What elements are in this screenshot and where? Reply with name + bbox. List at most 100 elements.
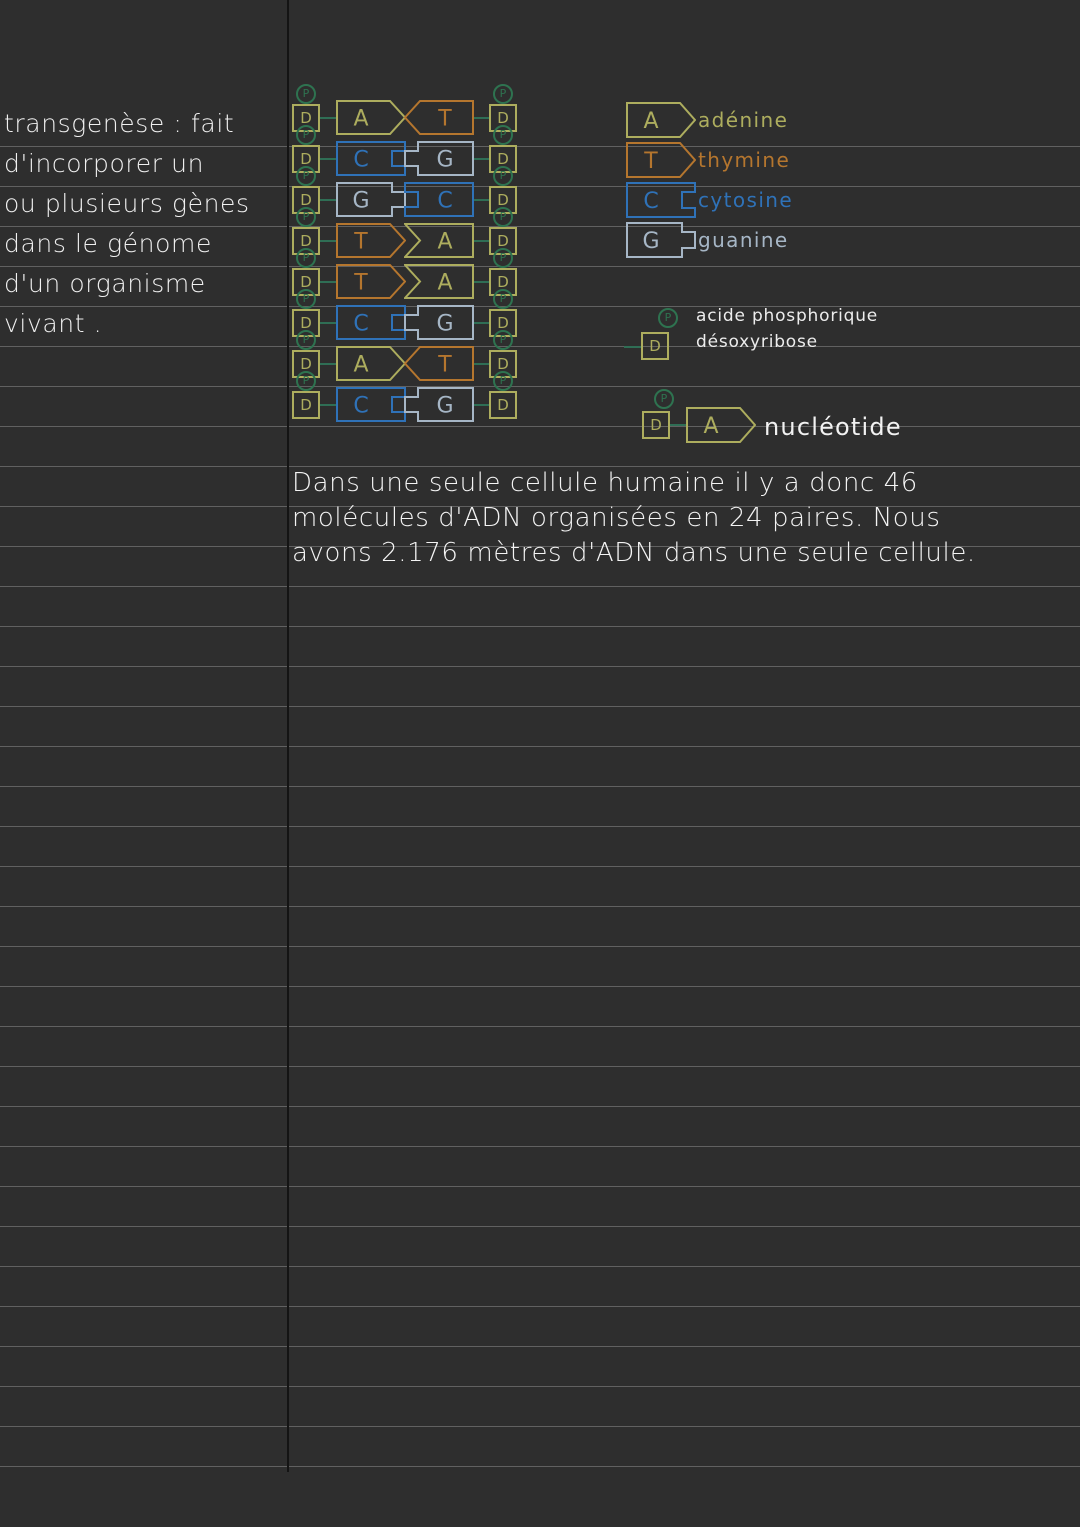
phosphate-circle-icon: P xyxy=(493,125,513,145)
base-shape-t-icon: T xyxy=(336,223,406,258)
phosphate-circle-icon: P xyxy=(296,207,316,227)
legend-label-thymine: thymine xyxy=(698,148,791,172)
svg-text:A: A xyxy=(437,230,452,255)
sugar-base-link-line xyxy=(320,240,336,242)
phosphate-circle-icon: P xyxy=(654,389,674,409)
legend-label-phosphate: acide phosphorique xyxy=(696,306,879,326)
svg-text:C: C xyxy=(353,394,368,419)
base-shape-a-icon: A xyxy=(404,223,474,258)
dna-base-pair-row: PPDDCG xyxy=(292,371,522,426)
nucleotide-parts-legend: P acide phosphorique D désoxyribose xyxy=(624,306,1038,360)
base-shape-c-icon: C xyxy=(404,182,474,217)
base-shape-a-icon: A xyxy=(626,102,697,140)
sugar-base-link-line xyxy=(320,322,336,324)
base-pair-shapes: CG xyxy=(336,387,476,424)
dna-base-pair-row: PPDDCG xyxy=(292,289,522,344)
svg-text:A: A xyxy=(703,414,718,439)
legend-label-guanine: guanine xyxy=(698,228,789,252)
notebook-page: transgenèse : fait d'incorporer un ou pl… xyxy=(0,0,1080,1527)
sugar-base-link-line xyxy=(320,363,336,365)
base-pair-shapes: CG xyxy=(336,305,476,342)
sugar-base-link-line xyxy=(670,424,686,426)
base-shape-c-icon: C xyxy=(336,305,406,340)
svg-text:T: T xyxy=(353,230,368,255)
margin-definition-note: transgenèse : fait d'incorporer un ou pl… xyxy=(4,109,250,338)
dna-summary-paragraph: Dans une seule cellule humaine il y a do… xyxy=(292,468,976,568)
base-shape-g-icon: G xyxy=(404,141,474,176)
base-shape-g-icon: G xyxy=(626,222,696,260)
phosphate-circle-icon: P xyxy=(296,289,316,309)
phosphate-circle-icon: P xyxy=(296,125,316,145)
adenine-shape-icon: A xyxy=(686,407,758,445)
base-shape-t-icon: T xyxy=(404,100,474,135)
svg-text:T: T xyxy=(353,271,368,296)
phosphate-circle-icon: P xyxy=(658,308,678,328)
svg-text:G: G xyxy=(436,312,453,337)
svg-text:A: A xyxy=(643,109,658,134)
base-shape-c-icon: C xyxy=(626,182,696,220)
deoxyribose-square-icon: D xyxy=(642,411,670,439)
base-shape-g-icon: G xyxy=(404,387,474,422)
base-shape-g-icon: G xyxy=(404,305,474,340)
phosphate-circle-icon: P xyxy=(493,371,513,391)
base-pair-shapes: CG xyxy=(336,141,476,178)
sugar-base-link-line xyxy=(320,158,336,160)
legend-row-thymine: Tthymine xyxy=(626,142,986,182)
svg-text:G: G xyxy=(436,148,453,173)
phosphate-circle-icon: P xyxy=(493,289,513,309)
margin-rule-line xyxy=(287,0,289,1472)
sugar-base-link-line xyxy=(320,117,336,119)
phosphate-circle-icon: P xyxy=(296,371,316,391)
dna-base-pair-row: PPDDTA xyxy=(292,248,522,303)
sugar-link-line xyxy=(624,346,642,348)
svg-text:C: C xyxy=(353,148,368,173)
base-shape-t-icon: T xyxy=(626,142,697,180)
phosphate-circle-icon: P xyxy=(493,207,513,227)
legend-row-deoxyribose: D désoxyribose xyxy=(624,332,1038,360)
legend-row-cytosine: Ccytosine xyxy=(626,182,986,222)
svg-text:C: C xyxy=(643,189,658,214)
svg-text:A: A xyxy=(353,353,368,378)
base-shape-a-icon: A xyxy=(336,346,406,381)
deoxyribose-square-icon: D xyxy=(489,391,517,419)
svg-text:T: T xyxy=(437,107,452,132)
legend-row-phosphate: P acide phosphorique xyxy=(638,306,1038,332)
sugar-base-link-line xyxy=(320,199,336,201)
base-pair-shapes: TA xyxy=(336,264,476,301)
legend-label-deoxyribose: désoxyribose xyxy=(696,332,818,352)
svg-text:G: G xyxy=(352,189,369,214)
legend-label-cytosine: cytosine xyxy=(698,188,794,212)
svg-text:T: T xyxy=(643,149,658,174)
dna-base-pair-row: PPDDGC xyxy=(292,166,522,221)
base-pair-shapes: AT xyxy=(336,100,476,137)
legend-row-guanine: Gguanine xyxy=(626,222,986,262)
phosphate-circle-icon: P xyxy=(296,248,316,268)
dna-base-pair-row: PPDDCG xyxy=(292,125,522,180)
svg-text:T: T xyxy=(437,353,452,378)
base-pair-shapes: AT xyxy=(336,346,476,383)
base-shape-t-icon: T xyxy=(336,264,406,299)
svg-text:A: A xyxy=(437,271,452,296)
dna-ladder-diagram: PPDDATPPDDCGPPDDGCPPDDTAPPDDTAPPDDCGPPDD… xyxy=(292,84,522,426)
base-shape-c-icon: C xyxy=(336,387,406,422)
dna-base-pair-row: PPDDAT xyxy=(292,84,522,139)
base-pair-shapes: TA xyxy=(336,223,476,260)
deoxyribose-square-icon: D xyxy=(641,332,669,360)
deoxyribose-square-icon: D xyxy=(292,391,320,419)
dna-base-pair-row: PPDDTA xyxy=(292,207,522,262)
legend-label-adénine: adénine xyxy=(698,108,789,132)
phosphate-circle-icon: P xyxy=(493,248,513,268)
phosphate-circle-icon: P xyxy=(296,166,316,186)
sugar-base-link-line xyxy=(320,404,336,406)
base-shape-c-icon: C xyxy=(336,141,406,176)
legend-label-nucleotide: nucléotide xyxy=(764,413,902,441)
svg-text:G: G xyxy=(436,394,453,419)
base-pair-shapes: GC xyxy=(336,182,476,219)
svg-text:C: C xyxy=(437,189,452,214)
phosphate-circle-icon: P xyxy=(493,84,513,104)
base-shape-g-icon: G xyxy=(336,182,406,217)
dna-base-pair-row: PPDDAT xyxy=(292,330,522,385)
sugar-base-link-line xyxy=(320,281,336,283)
phosphate-circle-icon: P xyxy=(493,166,513,186)
legend-row-adénine: Aadénine xyxy=(626,102,986,142)
